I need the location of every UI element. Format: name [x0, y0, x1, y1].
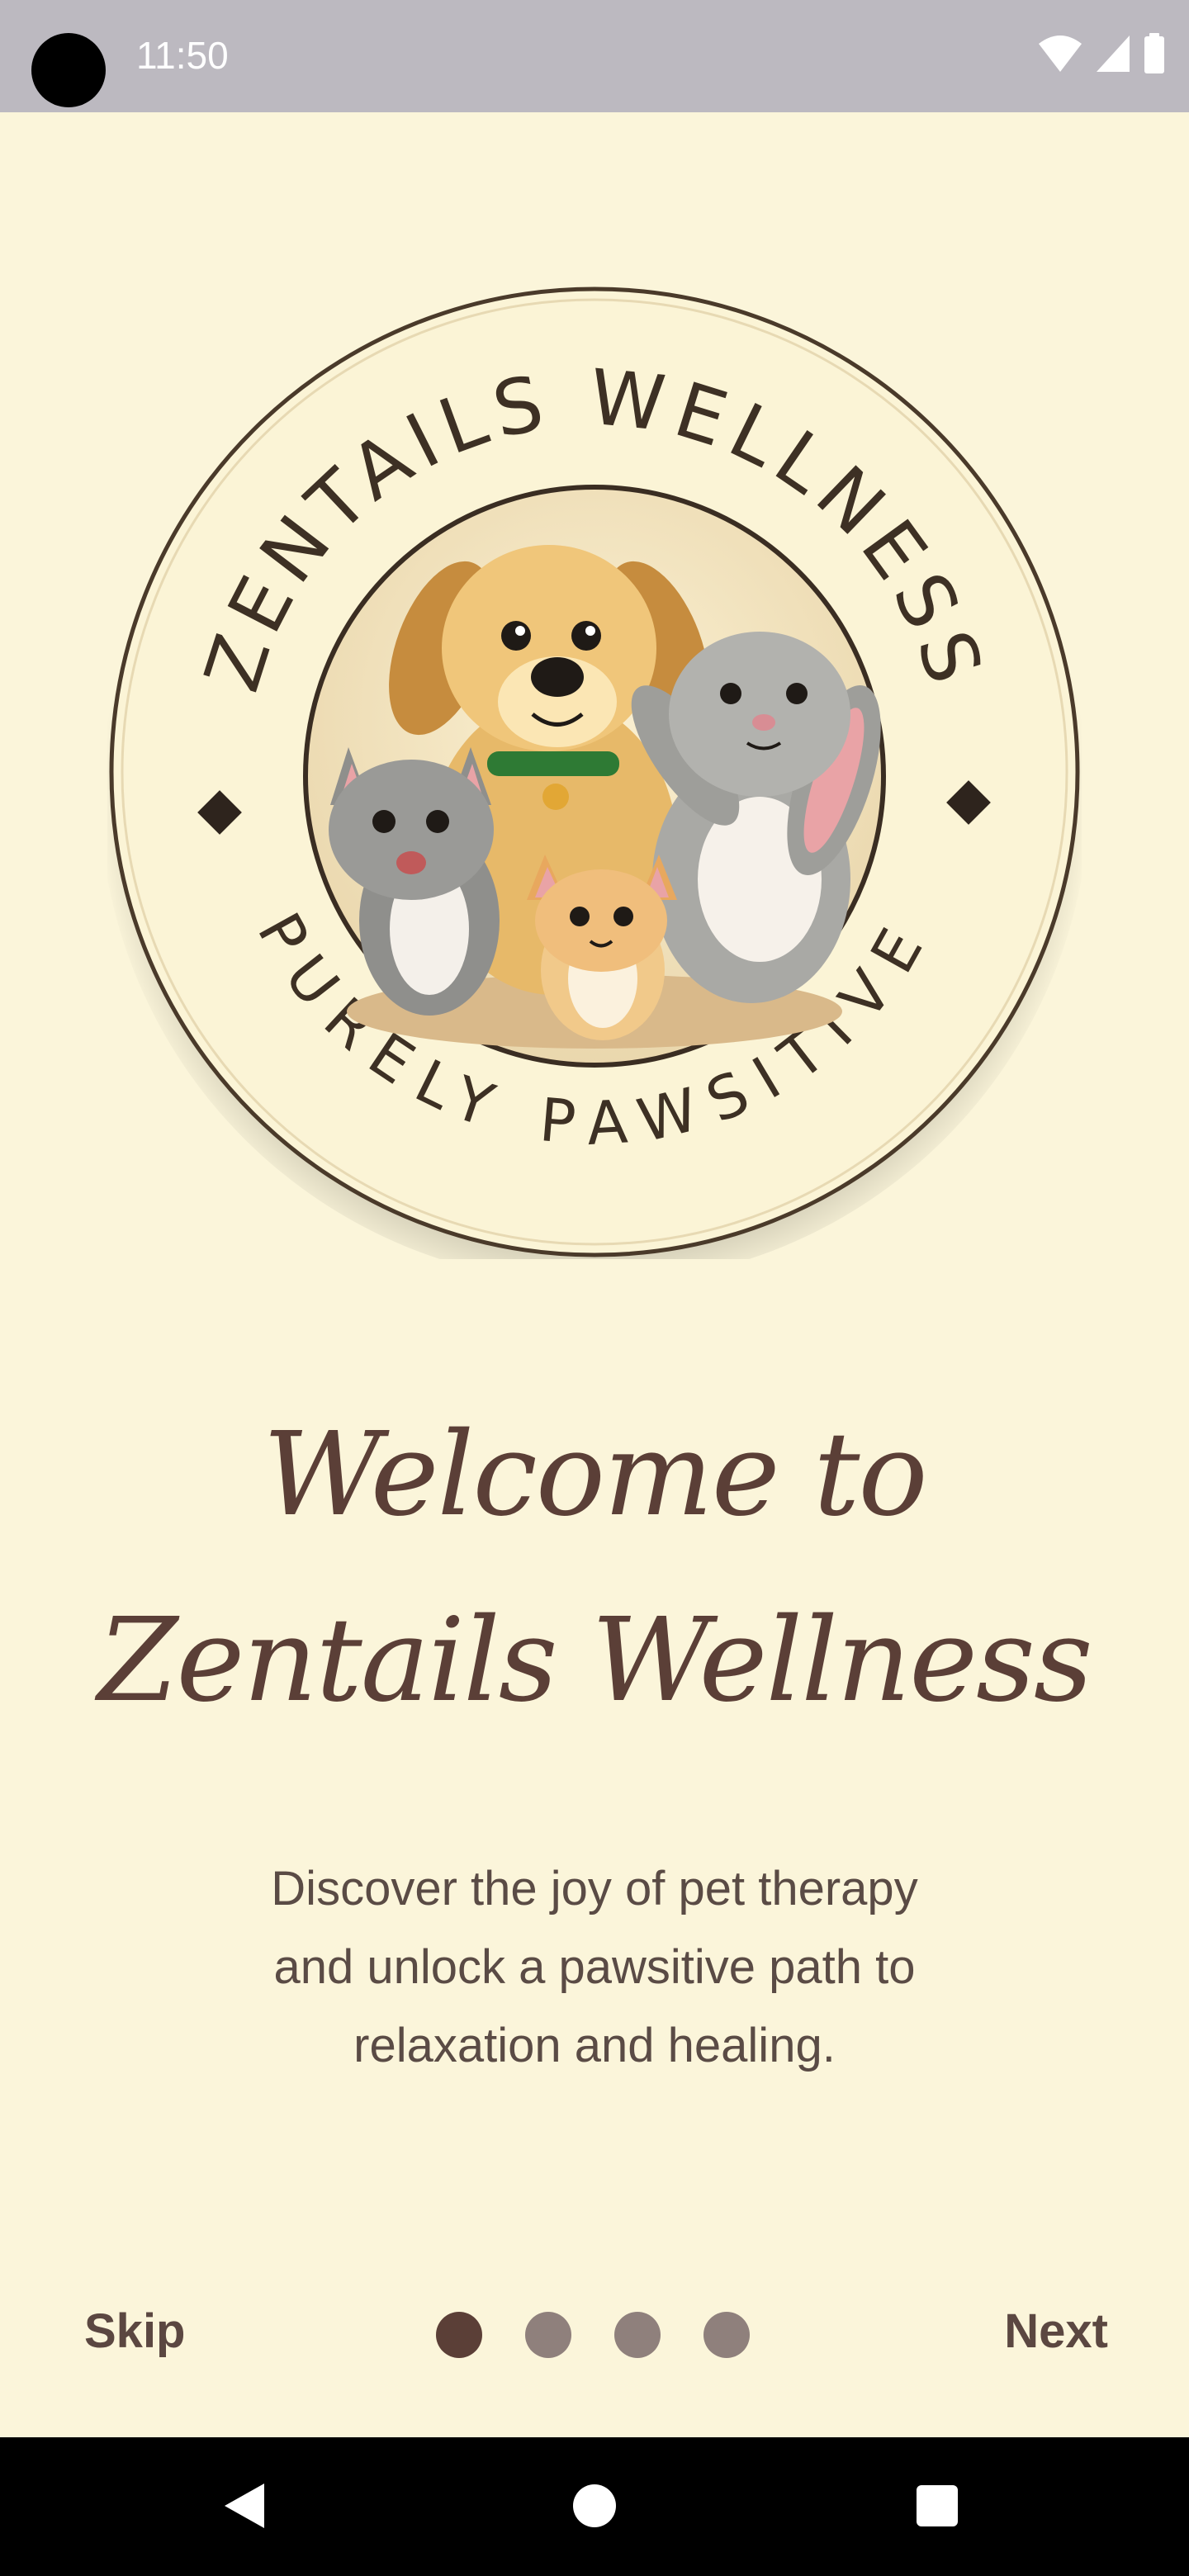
system-nav-bar: [0, 2437, 1189, 2576]
welcome-title-line-2: Zentails Wellness: [97, 1593, 1093, 1728]
next-button[interactable]: Next: [1004, 2304, 1108, 2359]
camera-cutout: [31, 33, 106, 107]
page-dot-3[interactable]: [614, 2312, 661, 2358]
signal-icon: [1097, 36, 1130, 72]
status-time: 11:50: [136, 34, 229, 77]
page-dot-1[interactable]: [436, 2312, 482, 2358]
zentails-logo: ZENTAILS WELLNESS PURELY PAWSITIVE: [107, 286, 1082, 1259]
wifi-icon: [1039, 36, 1082, 72]
skip-button[interactable]: Skip: [84, 2304, 186, 2359]
page-dot-2[interactable]: [525, 2312, 571, 2358]
description-line: and unlock a pawsitive path to: [273, 1940, 916, 1994]
home-icon[interactable]: [573, 2484, 616, 2527]
battery-icon: [1144, 33, 1164, 73]
status-bar: 11:50: [0, 0, 1189, 112]
page-indicator: [436, 2312, 750, 2358]
page-dot-4[interactable]: [703, 2312, 750, 2358]
back-icon[interactable]: [225, 2484, 264, 2528]
status-icons: [1037, 33, 1166, 74]
recents-icon[interactable]: [917, 2485, 958, 2526]
description-line: relaxation and healing.: [353, 2019, 836, 2072]
welcome-description: Discover the joy of pet therapy and unlo…: [165, 1849, 1024, 2085]
welcome-title-line-1: Welcome to: [263, 1408, 927, 1542]
description-line: Discover the joy of pet therapy: [271, 1862, 918, 1915]
